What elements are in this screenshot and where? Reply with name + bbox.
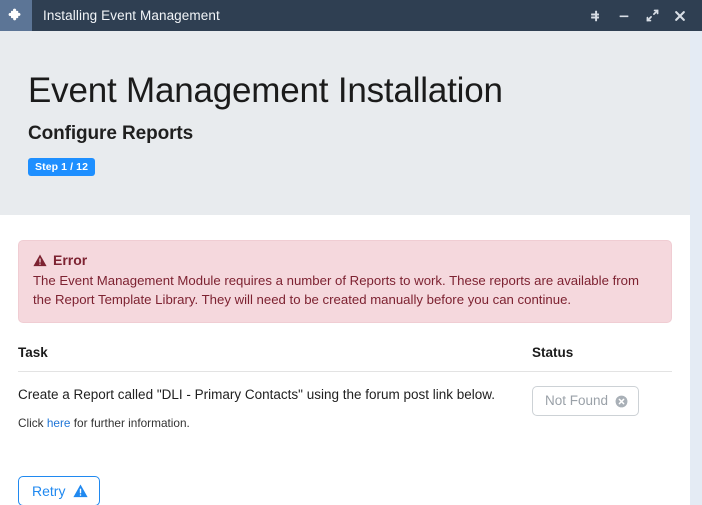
app-window: Installing Event Management Event Manage… xyxy=(0,0,702,505)
task-note-prefix: Click xyxy=(18,416,47,431)
page-subtitle: Configure Reports xyxy=(28,123,194,145)
status-label: Not Found xyxy=(545,393,609,409)
task-cell: Create a Report called "DLI - Primary Co… xyxy=(18,372,528,442)
retry-button[interactable]: Retry xyxy=(18,476,101,505)
x-circle-icon xyxy=(615,395,628,408)
badge-row: Step 1 / 12 xyxy=(28,157,690,177)
status-cell: Not Found xyxy=(528,372,672,442)
right-edge-gutter[interactable] xyxy=(690,31,702,505)
minimize-icon[interactable] xyxy=(610,0,638,31)
maximize-icon[interactable] xyxy=(638,0,666,31)
pin-icon[interactable] xyxy=(582,0,610,31)
task-note-suffix: for further information. xyxy=(70,416,190,431)
further-information-link[interactable]: here xyxy=(47,416,71,430)
window-controls xyxy=(582,0,694,31)
error-alert: Error The Event Management Module requir… xyxy=(18,240,672,324)
page-content: Error The Event Management Module requir… xyxy=(0,240,690,505)
page-header-banner: Event Management Installation Configure … xyxy=(0,31,690,215)
retry-button-label: Retry xyxy=(32,483,66,500)
close-icon[interactable] xyxy=(666,0,694,31)
warning-triangle-icon xyxy=(73,484,89,498)
page-body: Event Management Installation Configure … xyxy=(0,31,702,505)
task-table: Task Status Create a Report called "DLI … xyxy=(18,345,672,442)
column-header-status: Status xyxy=(528,345,672,373)
error-alert-heading: Error xyxy=(33,252,657,268)
table-header-row: Task Status xyxy=(18,345,672,373)
warning-triangle-icon xyxy=(33,254,47,267)
title-bar: Installing Event Management xyxy=(0,0,702,31)
error-alert-title: Error xyxy=(53,252,88,268)
error-alert-message: The Event Management Module requires a n… xyxy=(33,273,639,308)
puzzle-piece-icon xyxy=(0,0,32,31)
footer-actions: Retry xyxy=(18,476,672,505)
task-description: Create a Report called "DLI - Primary Co… xyxy=(18,387,496,403)
table-row: Create a Report called "DLI - Primary Co… xyxy=(18,372,672,442)
column-header-task: Task xyxy=(18,345,528,373)
step-badge: Step 1 / 12 xyxy=(28,158,96,177)
task-note: Click here for further information. xyxy=(18,416,528,430)
window-title: Installing Event Management xyxy=(43,8,220,23)
page-title: Event Management Installation xyxy=(28,71,503,110)
status-badge-not-found[interactable]: Not Found xyxy=(532,386,640,416)
